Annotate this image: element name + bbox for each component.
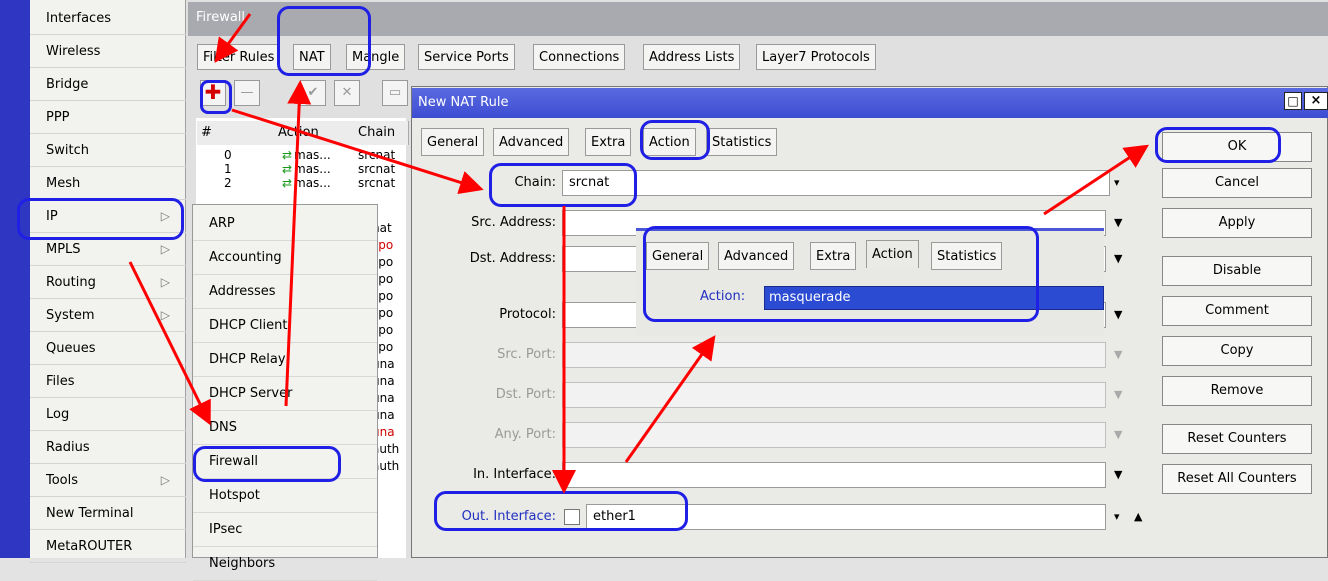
arrow-firewall-to-nat: [284, 80, 312, 407]
arrow-to-action: [624, 335, 716, 463]
arrow-to-filter-tab: [214, 13, 252, 63]
arrow-add-to-chain: [231, 108, 484, 194]
arrow-to-ok: [1043, 144, 1150, 216]
annotation-arrows: [128, 13, 1150, 494]
arrow-ip-to-firewall: [128, 261, 211, 426]
